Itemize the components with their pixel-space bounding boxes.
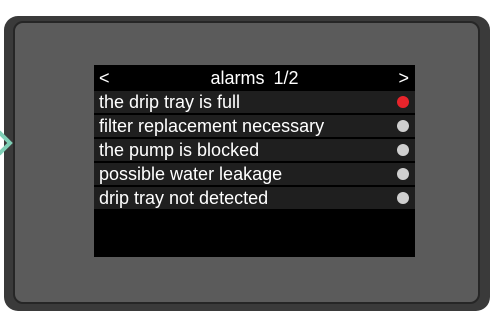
device-panel: < alarms 1/2 > the drip tray is full fil…	[13, 21, 480, 304]
alarm-label: possible water leakage	[99, 164, 283, 184]
page-indicator: 1/2	[273, 68, 299, 88]
screen-header: < alarms 1/2 >	[94, 65, 415, 91]
alarm-status-dot	[397, 168, 409, 180]
screen-title: alarms 1/2	[94, 68, 415, 89]
alarm-row[interactable]: drip tray not detected	[94, 187, 415, 209]
alarm-row[interactable]: possible water leakage	[94, 163, 415, 185]
device-bezel: < alarms 1/2 > the drip tray is full fil…	[4, 16, 490, 311]
alarm-row[interactable]: filter replacement necessary	[94, 115, 415, 137]
next-page-button[interactable]: >	[398, 68, 409, 89]
alarm-status-dot	[397, 120, 409, 132]
alarm-label: drip tray not detected	[99, 188, 269, 208]
alarm-list: the drip tray is full filter replacement…	[94, 91, 415, 211]
chevron-right-icon[interactable]	[0, 130, 18, 156]
title-text: alarms	[210, 68, 265, 88]
alarm-label: the drip tray is full	[99, 92, 241, 112]
chevron-shape	[0, 130, 13, 156]
alarm-row[interactable]: the drip tray is full	[94, 91, 415, 113]
alarm-status-dot	[397, 192, 409, 204]
alarm-label: filter replacement necessary	[99, 116, 325, 136]
alarm-label: the pump is blocked	[99, 140, 260, 160]
alarm-row[interactable]: the pump is blocked	[94, 139, 415, 161]
alarm-status-dot	[397, 144, 409, 156]
alarm-status-dot	[397, 96, 409, 108]
display-screen: < alarms 1/2 > the drip tray is full fil…	[94, 65, 415, 257]
